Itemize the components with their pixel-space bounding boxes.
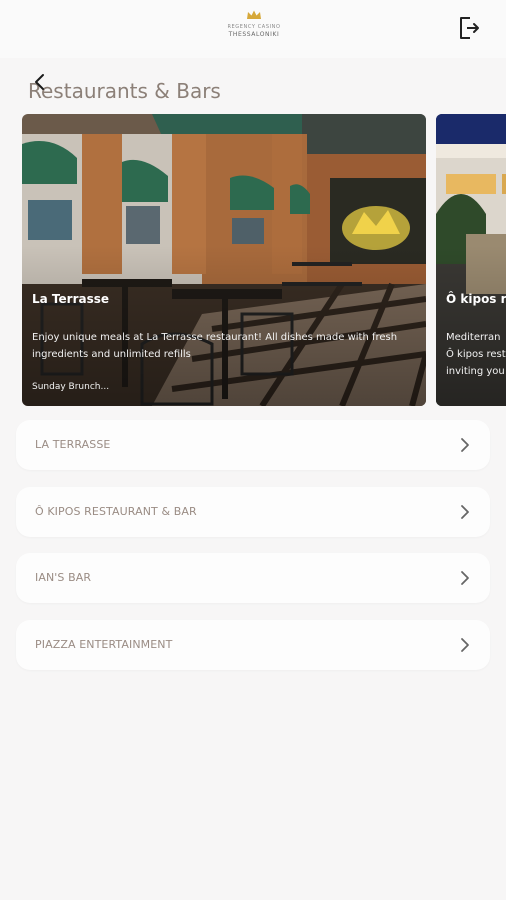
chevron-right-icon (461, 571, 469, 585)
list-item-piazza-entertainment[interactable]: PIAZZA ENTERTAINMENT (16, 620, 490, 670)
chevron-right-icon (461, 505, 469, 519)
venue-card-la-terrasse[interactable]: La Terrasse Enjoy unique meals at La Ter… (22, 114, 426, 406)
page-title: Restaurants & Bars (28, 79, 221, 103)
list-item-label: LA TERRASSE (35, 438, 111, 451)
list-item-o-kipos[interactable]: Ô KIPOS RESTAURANT & BAR (16, 487, 490, 537)
card-description: Mediterran Ô kipos rest inviting you (446, 332, 506, 377)
venue-card-o-kipos[interactable]: Ô kipos re Mediterran Ô kipos rest invit… (436, 114, 506, 406)
list-item-label: IAN'S BAR (35, 571, 92, 584)
list-item-la-terrasse[interactable]: LA TERRASSE (16, 420, 490, 470)
restaurants-bars-screen: REGENCY CASINO THESSALONIKI Restaurants … (0, 0, 506, 900)
logout-icon[interactable] (456, 14, 482, 42)
chevron-left-icon[interactable] (28, 70, 52, 94)
chevron-right-icon (461, 438, 469, 452)
logo-brand-text: REGENCY CASINO (227, 24, 281, 30)
logo-city-text: THESSALONIKI (228, 31, 280, 38)
chevron-right-icon (461, 638, 469, 652)
card-title: La Terrasse (32, 292, 110, 306)
crown-icon (247, 10, 261, 19)
card-title: Ô kipos re (446, 292, 506, 306)
card-description: Enjoy unique meals at La Terrasse restau… (32, 332, 398, 360)
list-item-label: PIAZZA ENTERTAINMENT (35, 638, 173, 651)
card-more-text: Sunday Brunch... (32, 382, 110, 392)
list-item-ians-bar[interactable]: IAN'S BAR (16, 553, 490, 603)
list-item-label: Ô KIPOS RESTAURANT & BAR (35, 505, 197, 518)
venue-carousel[interactable]: La Terrasse Enjoy unique meals at La Ter… (0, 114, 506, 406)
app-header: REGENCY CASINO THESSALONIKI (0, 0, 506, 58)
casino-logo: REGENCY CASINO THESSALONIKI (222, 10, 286, 50)
